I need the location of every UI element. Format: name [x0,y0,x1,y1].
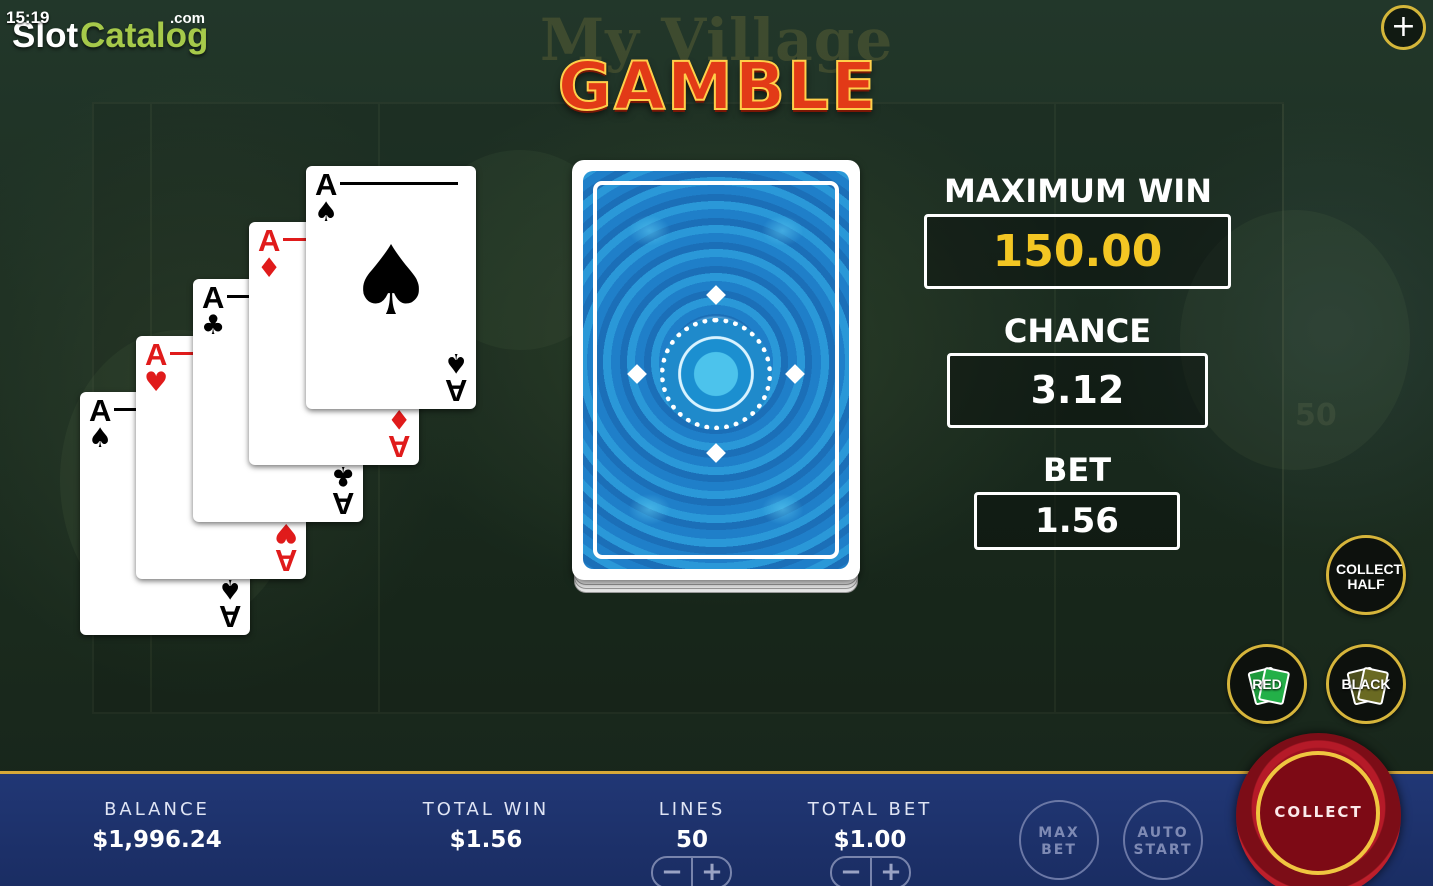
bet-value: 1.56 [974,492,1180,550]
collect-half-button[interactable]: COLLECT HALF [1326,535,1406,615]
bg-reel-number: 50 [1295,398,1337,433]
gamble-card-back [572,160,860,580]
card-rank: A [444,373,467,408]
card-center-suit-icon: ♠ [347,225,435,337]
lines-minus-button[interactable]: − [653,858,691,886]
card-suit-icon: ♥ [273,517,298,548]
card-rank: A [218,599,241,634]
black-label: BLACK [1341,676,1391,692]
card-suit-icon: ♣ [201,310,226,341]
bet-stepper: − + [830,856,911,886]
card-back-medallion [660,318,772,430]
history-card: A ♠ A ♠ ♠ [306,166,476,409]
watermark-com: .com [170,10,206,27]
status-clock: 15:19 [6,8,50,27]
plus-icon[interactable]: + [1381,5,1426,50]
lines-plus-button[interactable]: + [693,858,730,886]
collect-half-label: COLLECT HALF [1336,561,1403,592]
card-rank: A [274,543,297,578]
total-bet-label: TOTAL BET [807,799,933,820]
card-suit-icon: ♠ [314,197,339,228]
card-suit-icon: ♠ [88,423,113,454]
max-bet-line2: BET [1041,842,1077,858]
total-win-label: TOTAL WIN [422,799,550,820]
auto-start-line2: START [1133,842,1193,858]
collect-button[interactable]: COLLECT [1236,733,1401,886]
balance-label: BALANCE [104,799,210,820]
balance-value: $1,996.24 [92,827,222,853]
chance-label: CHANCE [1003,312,1152,350]
red-label: RED [1252,676,1282,692]
card-frame-top [340,182,458,185]
max-bet-line1: MAX [1038,825,1080,841]
bottom-bar: BALANCE $1,996.24 TOTAL WIN $1.56 LINES … [0,771,1433,886]
card-suit-icon: ♦ [257,253,282,284]
lines-label: LINES [658,799,726,820]
auto-start-button[interactable]: AUTO START [1123,800,1203,880]
total-win-value: $1.56 [449,827,523,853]
chance-value: 3.12 [947,353,1208,428]
lines-stepper: − + [651,856,732,886]
lines-value: 50 [675,827,708,853]
card-rank: A [331,486,354,521]
red-button[interactable]: RED [1227,644,1307,724]
collect-label: COLLECT [1274,803,1363,821]
max-bet-button[interactable]: MAX BET [1019,800,1099,880]
bet-minus-button[interactable]: − [832,858,870,886]
bet-label: BET [1042,451,1112,489]
gamble-title: GAMBLE [557,47,879,126]
total-bet-value: $1.00 [833,827,907,853]
bet-plus-button[interactable]: + [872,858,909,886]
black-button[interactable]: BLACK [1326,644,1406,724]
max-win-value: 150.00 [924,214,1231,289]
card-suit-icon: ♠ [443,347,468,378]
card-suit-icon: ♥ [144,367,169,398]
card-suit-icon: ♣ [330,460,355,491]
max-win-label: MAXIMUM WIN [944,172,1212,210]
auto-start-line1: AUTO [1137,825,1189,841]
card-rank: A [387,429,410,464]
card-deck [572,160,860,593]
reel-divider [1282,104,1284,712]
